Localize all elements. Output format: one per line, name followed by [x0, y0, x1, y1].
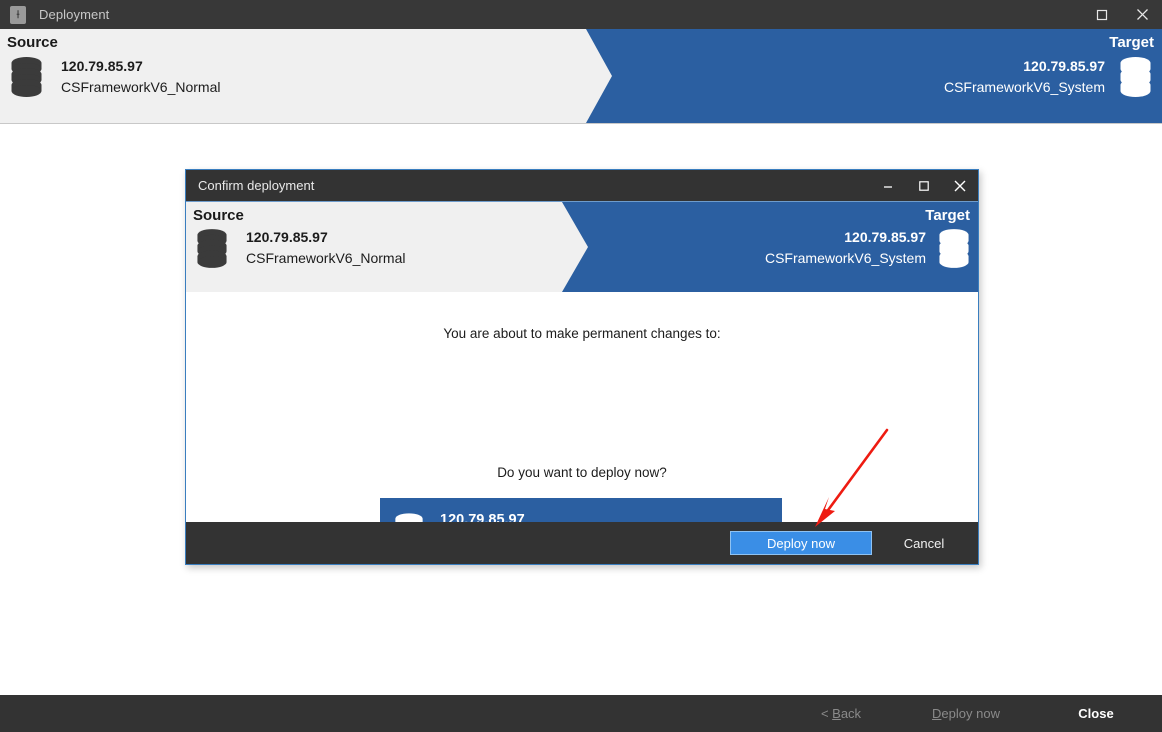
dialog-source-texts: 120.79.85.97 CSFrameworkV6_Normal — [246, 228, 405, 269]
target-label: Target — [1109, 34, 1154, 51]
back-prefix: < — [820, 706, 833, 721]
main-window: ⟊ Deployment Source Target 120.79.85.97 … — [0, 0, 1162, 732]
target-ip: 120.79.85.97 — [1023, 57, 1105, 74]
dialog-title: Confirm deployment — [198, 178, 315, 193]
main-title-bar[interactable]: ⟊ Deployment — [0, 0, 1162, 29]
dialog-target-texts: 120.79.85.97 CSFrameworkV6_System — [765, 228, 926, 269]
dialog-footer-bar: Deploy now Cancel — [186, 522, 978, 564]
target-database-name: CSFrameworkV6_System — [943, 78, 1105, 95]
dialog-target-database-name: CSFrameworkV6_System — [764, 250, 926, 266]
dialog-source-label: Source — [193, 207, 244, 224]
maximize-icon[interactable] — [906, 170, 942, 201]
back-rest: ack — [840, 706, 862, 721]
deploy-accelerator: D — [932, 706, 942, 721]
back-accelerator: B — [832, 706, 841, 721]
source-database-info: 120.79.85.97 CSFrameworkV6_Normal — [10, 56, 220, 98]
dialog-source-database-info: 120.79.85.97 CSFrameworkV6_Normal — [196, 228, 405, 269]
dialog-title-bar[interactable]: Confirm deployment — [186, 170, 978, 201]
back-button[interactable]: < Back — [786, 706, 896, 721]
database-icon — [938, 228, 970, 269]
deployment-app-icon: ⟊ — [10, 5, 26, 24]
close-icon[interactable] — [942, 170, 978, 201]
close-icon[interactable] — [1122, 0, 1162, 29]
deploy-now-button[interactable]: Deploy now — [730, 531, 872, 555]
database-icon — [196, 228, 228, 269]
window-controls — [1082, 0, 1162, 29]
app-icon-glyph: ⟊ — [16, 8, 20, 21]
source-database-texts: 120.79.85.97 CSFrameworkV6_Normal — [61, 57, 220, 98]
deploy-now-footer-button[interactable]: Deploy now — [896, 706, 1036, 721]
target-database-info: 120.79.85.97 CSFrameworkV6_System — [944, 56, 1152, 98]
dialog-source-target-banner: Source Target 120.79.85.97 CSFrameworkV6… — [186, 201, 978, 292]
maximize-icon[interactable] — [1082, 0, 1122, 29]
close-button[interactable]: Close — [1036, 706, 1156, 721]
dialog-target-label: Target — [925, 207, 970, 224]
source-database-name: CSFrameworkV6_Normal — [61, 78, 221, 95]
dialog-target-ip: 120.79.85.97 — [844, 229, 926, 245]
database-icon — [1119, 56, 1152, 98]
confirm-deployment-dialog: Confirm deployment Source Target 120.79.… — [185, 169, 979, 565]
cancel-button[interactable]: Cancel — [876, 531, 972, 555]
source-target-banner: Source Target 120.79.85.97 CSFrameworkV6… — [0, 29, 1162, 123]
dialog-source-ip: 120.79.85.97 — [246, 229, 328, 245]
target-database-texts: 120.79.85.97 CSFrameworkV6_System — [944, 57, 1105, 98]
source-arrow-chevron — [586, 29, 612, 123]
dialog-window-controls — [870, 170, 978, 201]
dialog-source-database-name: CSFrameworkV6_Normal — [246, 250, 406, 266]
source-ip: 120.79.85.97 — [61, 57, 143, 74]
deploy-question-message: Do you want to deploy now? — [497, 465, 667, 480]
confirm-message: You are about to make permanent changes … — [443, 326, 721, 341]
window-title: Deployment — [39, 7, 110, 22]
dialog-content: You are about to make permanent changes … — [186, 292, 978, 564]
database-icon — [10, 56, 43, 98]
minimize-icon[interactable] — [870, 170, 906, 201]
dialog-target-database-info: 120.79.85.97 CSFrameworkV6_System — [765, 228, 970, 269]
deploy-rest: eploy now — [941, 706, 1000, 721]
dialog-source-arrow-chevron — [562, 202, 588, 292]
main-footer-bar: < Back Deploy now Close — [0, 695, 1162, 732]
source-label: Source — [7, 34, 58, 51]
